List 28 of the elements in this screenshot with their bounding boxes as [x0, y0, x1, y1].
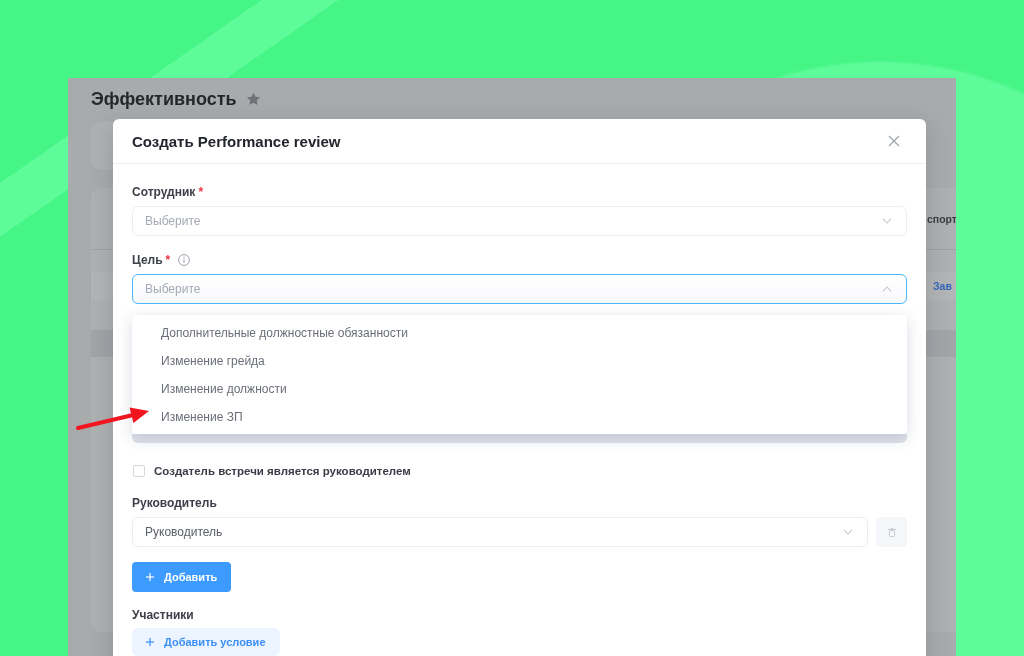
checkbox-label: Создатель встречи является руководителем	[154, 465, 411, 477]
plus-icon	[146, 638, 154, 646]
select-field[interactable]: Руководитель	[132, 517, 868, 547]
star-icon[interactable]	[245, 92, 261, 106]
dropdown-option[interactable]: Изменение ЗП	[161, 403, 243, 431]
checkbox[interactable]	[133, 465, 145, 477]
chevron-up-icon	[882, 286, 892, 292]
chevron-down-icon	[882, 218, 892, 224]
trash-icon	[887, 527, 896, 537]
add-condition-button[interactable]: Добавить условие	[132, 628, 280, 656]
info-icon[interactable]	[178, 254, 191, 266]
background-card	[91, 122, 113, 170]
field-label: Цель *	[132, 252, 171, 268]
chevron-down-icon	[843, 529, 853, 535]
field-label: Руководитель	[132, 495, 217, 511]
close-icon	[888, 135, 900, 147]
dropdown-option[interactable]: Дополнительные должностные обязанности	[161, 319, 408, 347]
section-label: Участники	[132, 607, 194, 623]
dropdown-option[interactable]: Изменение грейда	[161, 347, 265, 375]
dropdown-option[interactable]: Изменение должности	[161, 375, 287, 403]
toolbar-text: спорт	[927, 212, 956, 225]
close-button[interactable]	[888, 135, 900, 147]
page-title: Эффективность	[91, 88, 237, 110]
add-button[interactable]: Добавить	[132, 562, 232, 592]
field-label: Сотрудник *	[132, 184, 204, 200]
modal-title: Создать Performance review	[132, 132, 341, 150]
plus-icon	[146, 573, 154, 581]
delete-button[interactable]	[876, 517, 907, 547]
